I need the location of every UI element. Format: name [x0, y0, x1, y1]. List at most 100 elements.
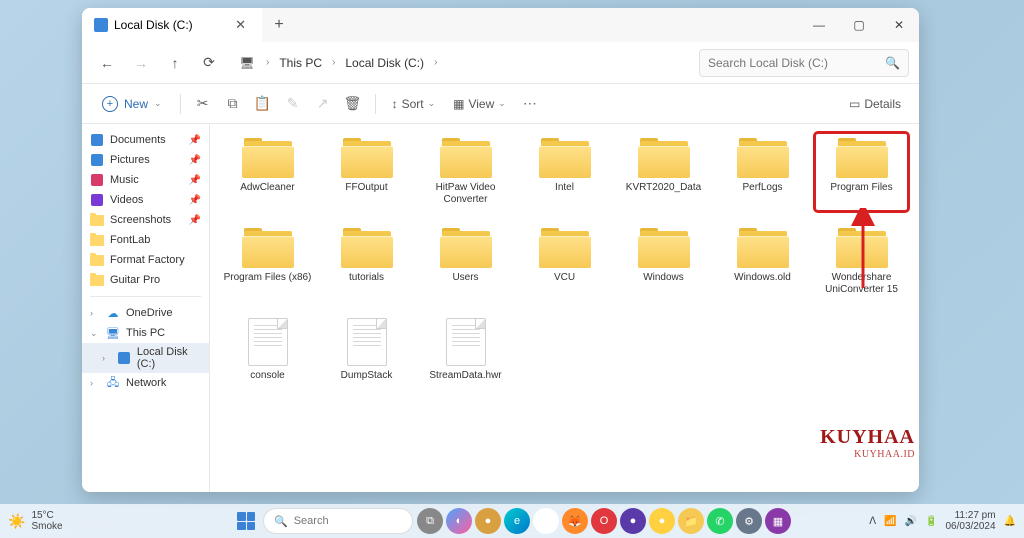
- more-button[interactable]: ⋯: [516, 90, 544, 118]
- sidebar-item-onedrive[interactable]: ›☁OneDrive: [82, 303, 209, 323]
- cut-button[interactable]: ✂: [189, 90, 217, 118]
- taskbar-search-label: Search: [294, 515, 329, 527]
- notifications-icon[interactable]: 🔔: [1004, 516, 1016, 527]
- new-button[interactable]: + New ⌄: [92, 92, 172, 116]
- sidebar-item-videos[interactable]: Videos📌: [82, 190, 209, 210]
- chevron-icon[interactable]: ›: [90, 308, 100, 318]
- search-input[interactable]: [708, 56, 879, 70]
- sidebar-item-fontlab[interactable]: FontLab: [82, 230, 209, 250]
- disk-icon: [94, 18, 108, 32]
- taskbar-app-opera[interactable]: O: [591, 508, 617, 534]
- folder-program-files[interactable]: Program Files: [814, 132, 909, 212]
- window-body: Documents📌Pictures📌Music📌Videos📌Screensh…: [82, 124, 919, 492]
- folder-vcu[interactable]: VCU: [517, 222, 612, 302]
- folder-wondershare-uniconverter-15[interactable]: Wondershare UniConverter 15: [814, 222, 909, 302]
- taskbar-app-app-2[interactable]: ●: [620, 508, 646, 534]
- sidebar-item-screenshots[interactable]: Screenshots📌: [82, 210, 209, 230]
- taskbar-app-firefox[interactable]: 🦊: [562, 508, 588, 534]
- details-button[interactable]: ▭ Details: [841, 93, 909, 115]
- sidebar-item-documents[interactable]: Documents📌: [82, 130, 209, 150]
- taskbar-search[interactable]: 🔍 Search: [263, 508, 413, 534]
- rename-button[interactable]: ✎: [279, 90, 307, 118]
- item-label: Windows: [643, 272, 684, 284]
- folder-windows-old[interactable]: Windows.old: [715, 222, 810, 302]
- net-icon: 🖧: [106, 376, 120, 390]
- weather-widget[interactable]: ☀️ 15°C Smoke: [8, 510, 63, 532]
- new-tab-button[interactable]: +: [262, 8, 296, 42]
- folder-hitpaw-video-converter[interactable]: HitPaw Video Converter: [418, 132, 513, 212]
- minimize-button[interactable]: —: [799, 8, 839, 42]
- folder-tutorials[interactable]: tutorials: [319, 222, 414, 302]
- tab-close-icon[interactable]: ✕: [231, 15, 250, 35]
- taskbar-app-settings[interactable]: ⚙: [736, 508, 762, 534]
- start-button[interactable]: [233, 508, 259, 534]
- taskbar-app-app-3[interactable]: ●: [649, 508, 675, 534]
- chevron-icon[interactable]: ›: [102, 353, 111, 363]
- copy-button[interactable]: ⧉: [219, 90, 247, 118]
- item-label: tutorials: [349, 272, 384, 284]
- folder-users[interactable]: Users: [418, 222, 513, 302]
- forward-button[interactable]: →: [126, 48, 156, 78]
- weather-icon: ☀️: [8, 513, 25, 530]
- folder-perflogs[interactable]: PerfLogs: [715, 132, 810, 212]
- share-button[interactable]: ↗: [309, 90, 337, 118]
- taskbar-app-copilot[interactable]: ◐: [446, 508, 472, 534]
- file-console[interactable]: console: [220, 312, 315, 388]
- folder-kvrt2020-data[interactable]: KVRT2020_Data: [616, 132, 711, 212]
- view-button[interactable]: ▦ View ⌄: [445, 93, 514, 115]
- sidebar-item-music[interactable]: Music📌: [82, 170, 209, 190]
- details-icon: ▭: [849, 97, 860, 111]
- file-icon: [248, 318, 288, 366]
- folder-intel[interactable]: Intel: [517, 132, 612, 212]
- search-icon[interactable]: 🔍: [885, 56, 900, 70]
- sidebar-item-guitar-pro[interactable]: Guitar Pro: [82, 270, 209, 290]
- sort-button[interactable]: ↕ Sort ⌄: [384, 93, 444, 115]
- window-tab[interactable]: Local Disk (C:) ✕: [82, 8, 262, 42]
- sidebar-item-pictures[interactable]: Pictures📌: [82, 150, 209, 170]
- close-button[interactable]: ✕: [879, 8, 919, 42]
- sidebar-item-local-disk-c-[interactable]: ›Local Disk (C:): [82, 343, 209, 373]
- file-dumpstack[interactable]: DumpStack: [319, 312, 414, 388]
- folder-adwcleaner[interactable]: AdwCleaner: [220, 132, 315, 212]
- taskbar-app-whatsapp[interactable]: ✆: [707, 508, 733, 534]
- file-icon: [347, 318, 387, 366]
- taskbar-app-app-4[interactable]: ▦: [765, 508, 791, 534]
- wifi-icon[interactable]: 📶: [884, 516, 896, 527]
- folder-windows[interactable]: Windows: [616, 222, 711, 302]
- chevron-down-icon: ⌄: [428, 98, 436, 109]
- taskbar-app-task-view[interactable]: ⧉: [417, 508, 443, 534]
- maximize-button[interactable]: ▢: [839, 8, 879, 42]
- volume-icon[interactable]: 🔊: [905, 516, 917, 527]
- chevron-icon[interactable]: ⌄: [90, 328, 100, 339]
- folder-ffoutput[interactable]: FFOutput: [319, 132, 414, 212]
- search-box[interactable]: 🔍: [699, 49, 909, 77]
- sidebar-item-format-factory[interactable]: Format Factory: [82, 250, 209, 270]
- taskbar-app-chrome[interactable]: ◎: [533, 508, 559, 534]
- folder-program-files-x86-[interactable]: Program Files (x86): [220, 222, 315, 302]
- taskbar-app-explorer[interactable]: 📁: [678, 508, 704, 534]
- delete-button[interactable]: 🗑: [339, 90, 367, 118]
- taskbar-app-edge[interactable]: e: [504, 508, 530, 534]
- plus-icon: +: [102, 96, 118, 112]
- back-button[interactable]: ←: [92, 48, 122, 78]
- item-label: KVRT2020_Data: [626, 182, 701, 194]
- file-streamdata-hwr[interactable]: StreamData.hwr: [418, 312, 513, 388]
- sidebar-item-this-pc[interactable]: ⌄🖥This PC: [82, 323, 209, 343]
- view-icon: ▦: [453, 97, 464, 111]
- crumb-local-disk[interactable]: Local Disk (C:): [339, 52, 430, 74]
- paste-button[interactable]: 📋: [249, 90, 277, 118]
- clock[interactable]: 11:27 pm 06/03/2024: [945, 510, 995, 532]
- battery-icon[interactable]: 🔋: [925, 516, 937, 527]
- crumb-this-pc[interactable]: This PC: [273, 52, 328, 74]
- chevron-icon[interactable]: ›: [90, 378, 100, 388]
- up-button[interactable]: ↑: [160, 48, 190, 78]
- content-pane[interactable]: AdwCleanerFFOutputHitPaw Video Converter…: [210, 124, 919, 492]
- taskbar-app-app-1[interactable]: ●: [475, 508, 501, 534]
- pin-icon: 📌: [189, 175, 201, 186]
- refresh-button[interactable]: ⟳: [194, 48, 224, 78]
- folder-icon: [539, 228, 591, 268]
- tray-chevron-icon[interactable]: ᐱ: [869, 516, 876, 527]
- pc-icon[interactable]: 🖥: [232, 48, 262, 78]
- sidebar-item-network[interactable]: ›🖧Network: [82, 373, 209, 393]
- breadcrumb: 🖥 › This PC › Local Disk (C:) ›: [232, 48, 695, 78]
